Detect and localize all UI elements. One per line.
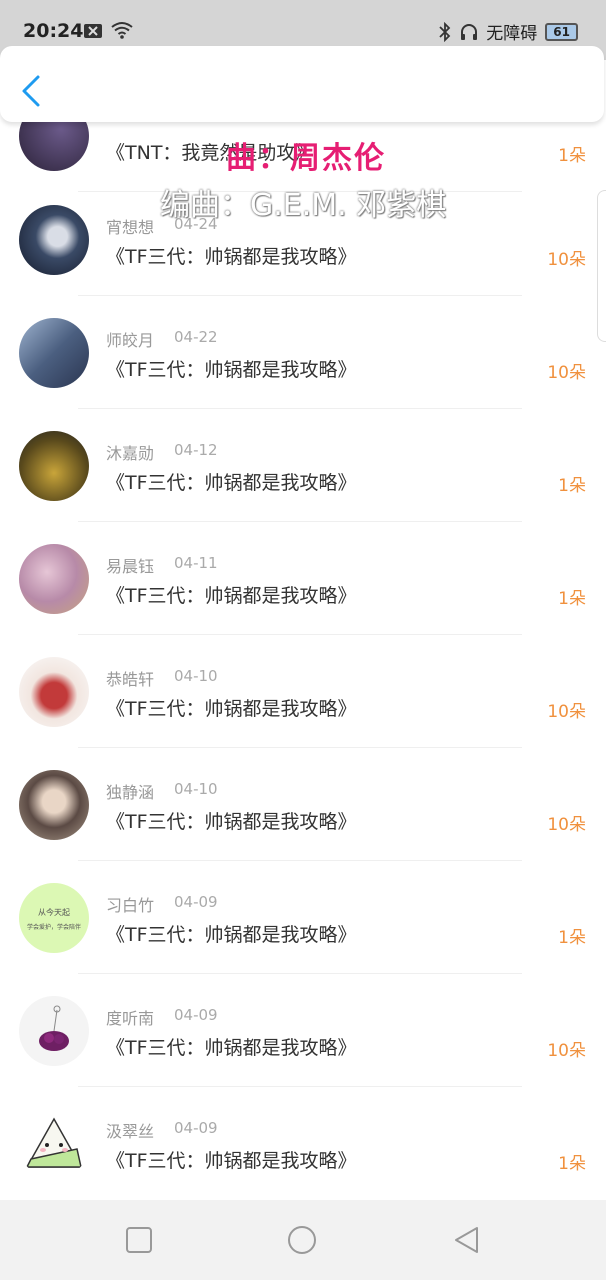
top-app-bar: [0, 46, 604, 122]
side-scroll-handle[interactable]: [597, 190, 606, 342]
avatar[interactable]: [19, 205, 89, 275]
story-title[interactable]: 《TF三代：帅锅都是我攻略》: [106, 242, 357, 269]
gift-date: 04-09: [174, 1006, 218, 1024]
story-title[interactable]: 《TF三代：帅锅都是我攻略》: [106, 468, 357, 495]
list-item[interactable]: 度听南 04-09 《TF三代：帅锅都是我攻略》 10朵: [0, 974, 606, 1087]
home-icon[interactable]: [287, 1225, 317, 1255]
list-item[interactable]: 师皎月 04-22 《TF三代：帅锅都是我攻略》 10朵: [0, 296, 606, 409]
avatar[interactable]: [19, 431, 89, 501]
gift-date: 04-10: [174, 667, 218, 685]
list-item[interactable]: 恭皓轩 04-10 《TF三代：帅锅都是我攻略》 10朵: [0, 635, 606, 748]
flower-bouquet-icon: [39, 1005, 69, 1051]
notification-close-icon: [84, 24, 102, 38]
avatar[interactable]: [19, 657, 89, 727]
flower-count: 1朵: [558, 476, 586, 496]
list-item[interactable]: 易晨钰 04-11 《TF三代：帅锅都是我攻略》 1朵: [0, 522, 606, 635]
bluetooth-icon: [439, 21, 451, 42]
rice-dumpling-icon: [25, 1117, 83, 1168]
list-item[interactable]: 沐嘉勋 04-12 《TF三代：帅锅都是我攻略》 1朵: [0, 409, 606, 522]
accessibility-label: 无障碍: [486, 24, 538, 44]
recent-apps-icon[interactable]: [124, 1225, 154, 1255]
flower-count: 1朵: [558, 1154, 586, 1174]
system-nav-bar: [0, 1200, 606, 1280]
user-name[interactable]: 习白竹: [106, 892, 154, 916]
flower-count: 10朵: [547, 1041, 586, 1061]
gift-date: 04-12: [174, 441, 218, 459]
status-time: 20:24: [23, 20, 84, 42]
story-title[interactable]: 《TF三代：帅锅都是我攻略》: [106, 807, 357, 834]
wifi-icon: [111, 22, 133, 39]
avatar[interactable]: [19, 770, 89, 840]
avatar-text: 学会爱护，学会陪伴: [26, 924, 81, 931]
user-name[interactable]: 易晨钰: [106, 553, 154, 577]
user-name[interactable]: 师皎月: [106, 327, 154, 351]
gift-date: 04-11: [174, 554, 218, 572]
story-title[interactable]: 《TF三代：帅锅都是我攻略》: [106, 1033, 357, 1060]
lyric-line-2: 编曲：G.E.M. 邓紫棋: [160, 188, 447, 223]
user-name[interactable]: 独静涵: [106, 779, 154, 803]
gift-date: 04-09: [174, 1119, 218, 1137]
avatar[interactable]: [19, 1109, 89, 1179]
list-item[interactable]: 从今天起 学会爱护，学会陪伴 习白竹 04-09 《TF三代：帅锅都是我攻略》 …: [0, 861, 606, 974]
user-name[interactable]: 汲翠丝: [106, 1118, 154, 1142]
gift-date: 04-09: [174, 893, 218, 911]
avatar[interactable]: [19, 996, 89, 1066]
flower-count: 10朵: [547, 702, 586, 722]
back-arrow-icon[interactable]: [18, 74, 46, 108]
flower-count: 10朵: [547, 250, 586, 270]
user-name[interactable]: 恭皓轩: [106, 666, 154, 690]
story-title[interactable]: 《TF三代：帅锅都是我攻略》: [106, 581, 357, 608]
avatar[interactable]: 从今天起 学会爱护，学会陪伴: [19, 883, 89, 953]
story-title[interactable]: 《TF三代：帅锅都是我攻略》: [106, 694, 357, 721]
flower-count: 10朵: [547, 363, 586, 383]
flower-count: 10朵: [547, 815, 586, 835]
battery-level: 61: [545, 22, 578, 41]
gift-date: 04-22: [174, 328, 218, 346]
user-name[interactable]: 度听南: [106, 1005, 154, 1029]
headphones-icon: [461, 23, 478, 40]
user-name[interactable]: 沐嘉勋: [106, 440, 154, 464]
avatar[interactable]: [19, 318, 89, 388]
avatar[interactable]: [19, 544, 89, 614]
story-title[interactable]: 《TF三代：帅锅都是我攻略》: [106, 1146, 357, 1173]
flower-count: 1朵: [558, 928, 586, 948]
gift-date: 04-10: [174, 780, 218, 798]
story-title[interactable]: 《TF三代：帅锅都是我攻略》: [106, 355, 357, 382]
lyric-line-1: 曲：周杰伦: [226, 141, 386, 176]
avatar-text: 从今天起: [38, 908, 70, 917]
list-item[interactable]: 独静涵 04-10 《TF三代：帅锅都是我攻略》 10朵: [0, 748, 606, 861]
user-name[interactable]: 宵想想: [106, 214, 154, 238]
list-item[interactable]: 汲翠丝 04-09 《TF三代：帅锅都是我攻略》 1朵: [0, 1087, 606, 1200]
story-title[interactable]: 《TF三代：帅锅都是我攻略》: [106, 920, 357, 947]
flower-count: 1朵: [558, 146, 586, 166]
flower-count: 1朵: [558, 589, 586, 609]
lyric-line-current: 曲：周杰伦: [226, 133, 386, 177]
back-icon[interactable]: [452, 1225, 482, 1255]
